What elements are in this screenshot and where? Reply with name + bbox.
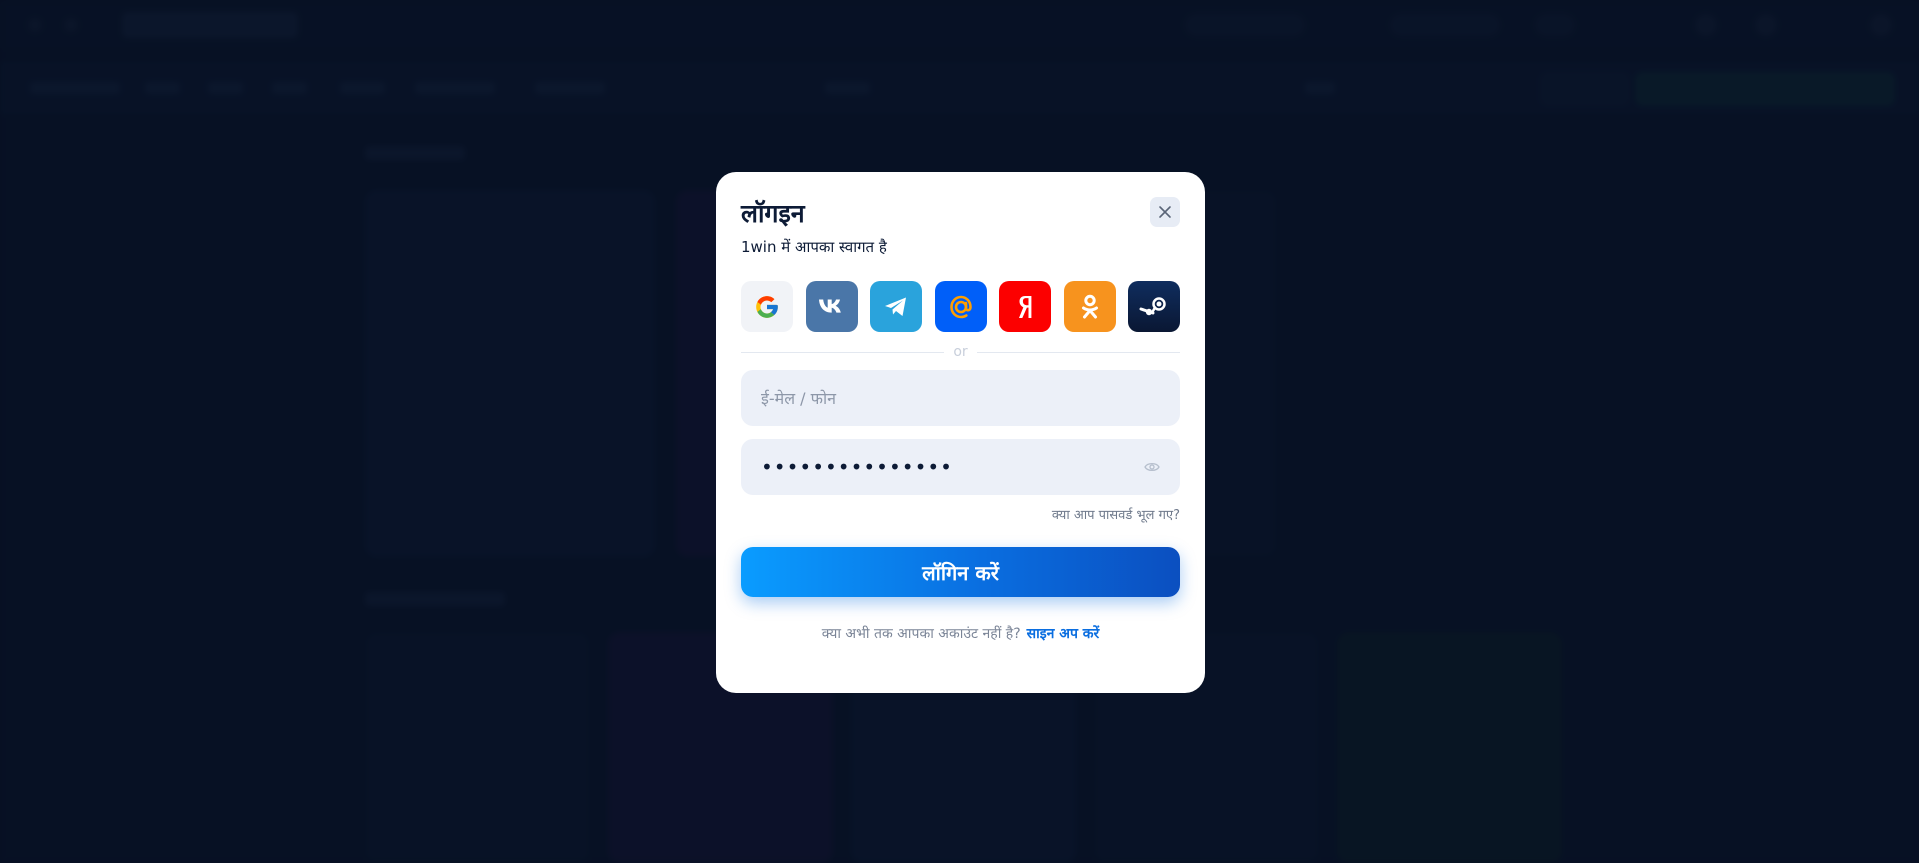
vk-icon [818,299,841,313]
email-phone-input[interactable] [741,370,1180,426]
yandex-login-button[interactable] [999,281,1051,332]
forgot-password-link[interactable]: क्या आप पासवर्ड भूल गए? [741,507,1180,525]
google-icon [756,295,778,318]
ok-login-button[interactable] [1063,281,1116,332]
close-button[interactable] [1150,197,1180,227]
divider-line [741,351,945,353]
email-field-wrapper [741,370,1180,426]
login-submit-button[interactable]: लॉगिन करें [741,547,1180,597]
divider-line [976,351,1181,353]
divider-text: or [953,344,968,360]
steam-login-button[interactable] [1128,281,1180,332]
show-password-toggle[interactable] [1144,459,1160,475]
google-login-button[interactable] [741,281,793,332]
telegram-icon [885,297,906,316]
at-sign-icon [949,295,972,318]
modal-subtitle: 1win में आपका स्वागत है [741,238,887,256]
or-divider: or [741,344,1181,360]
yandex-icon [1019,295,1032,318]
login-modal: लॉगइन 1win में आपका स्वागत है or ई-मेल /… [716,172,1205,693]
telegram-login-button[interactable] [870,281,922,332]
password-field-wrapper [741,439,1180,495]
mailru-login-button[interactable] [934,281,987,332]
signup-link[interactable]: साइन अप करें [1027,626,1100,642]
password-input[interactable] [741,439,1180,495]
close-icon [1159,206,1171,218]
eye-icon [1144,462,1160,472]
vk-login-button[interactable] [805,281,858,332]
social-login-row [741,281,1180,332]
steam-icon [1139,296,1166,315]
signup-prompt-row: क्या अभी तक आपका अकाउंट नहीं है? साइन अप … [741,625,1180,643]
ok-icon [1081,294,1098,318]
signup-prompt-text: क्या अभी तक आपका अकाउंट नहीं है? [821,626,1021,642]
modal-title: लॉगइन [741,199,805,228]
